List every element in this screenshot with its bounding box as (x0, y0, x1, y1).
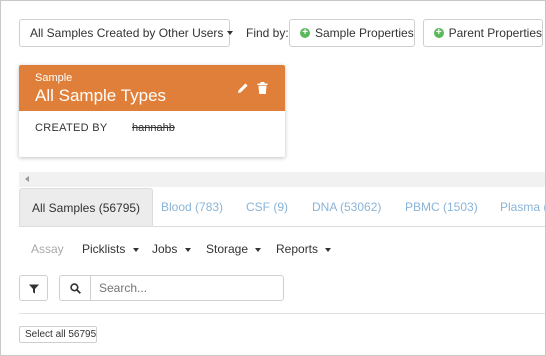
tab-pbmc[interactable]: PBMC (1503) (405, 188, 478, 226)
tab-label: PBMC (1503) (405, 200, 478, 214)
trash-icon[interactable] (257, 82, 268, 94)
storage-label: Storage (206, 242, 249, 256)
picklists-label: Picklists (82, 242, 126, 256)
select-all-button[interactable]: Select all 56795 (19, 326, 97, 343)
filter-icon (28, 283, 39, 294)
tab-label: Blood (783) (161, 200, 224, 214)
filter-button[interactable] (19, 275, 48, 301)
parent-properties-button[interactable]: + Parent Properties (423, 19, 543, 47)
tab-dna[interactable]: DNA (53062) (312, 188, 381, 226)
picklists-menu[interactable]: Picklists (82, 242, 139, 256)
chevron-down-icon (132, 247, 139, 252)
edit-icon[interactable] (237, 82, 249, 94)
chevron-down-icon (325, 247, 332, 252)
horizontal-scrollbar[interactable] (19, 172, 545, 187)
tab-label: DNA (53062) (312, 200, 382, 214)
scroll-left-arrow-icon[interactable] (25, 176, 29, 182)
tab-label: CSF (9) (246, 200, 288, 214)
filter-card: Sample All Sample Types CREATED BY hanna… (19, 65, 285, 157)
sample-properties-button[interactable]: + Sample Properties (289, 19, 415, 47)
sample-properties-label: Sample Properties (315, 26, 414, 40)
tab-label: Plasma ( (500, 200, 546, 214)
plus-circle-icon: + (300, 28, 310, 38)
assay-menu: Assay (31, 242, 64, 256)
jobs-menu[interactable]: Jobs (152, 242, 191, 256)
card-header: Sample All Sample Types (19, 65, 285, 111)
created-by-label: CREATED BY (35, 122, 108, 134)
chevron-down-icon (227, 31, 234, 35)
reports-menu[interactable]: Reports (276, 242, 332, 256)
chevron-down-icon (184, 247, 191, 252)
view-selector-label: All Samples Created by Other Users (30, 26, 224, 40)
view-selector-dropdown[interactable]: All Samples Created by Other Users (19, 19, 234, 47)
select-all-label: Select all 56795 (25, 329, 97, 340)
card-title: All Sample Types (35, 86, 167, 105)
plus-circle-icon: + (434, 27, 444, 38)
tab-blood[interactable]: Blood (783) (161, 188, 223, 226)
storage-menu[interactable]: Storage (206, 242, 262, 256)
tab-all-samples[interactable]: All Samples (56795) (19, 188, 154, 226)
created-by-value: hannahb (132, 122, 175, 134)
find-by-label: Find by: (246, 26, 289, 40)
search-icon (60, 276, 91, 300)
card-subtitle: Sample (35, 72, 73, 84)
tab-csf[interactable]: CSF (9) (246, 188, 288, 226)
chevron-down-icon (255, 247, 262, 252)
app-frame: All Samples Created by Other Users Find … (0, 0, 546, 356)
tab-label: All Samples (56795) (32, 200, 141, 215)
search-input-group (59, 275, 284, 301)
sample-type-tabs: All Samples (56795) Blood (783) CSF (9) … (19, 188, 546, 227)
jobs-label: Jobs (152, 242, 178, 256)
parent-properties-label: Parent Properties (448, 26, 542, 40)
tab-plasma[interactable]: Plasma ( (500, 188, 546, 226)
reports-label: Reports (276, 242, 319, 256)
search-input[interactable] (92, 276, 277, 300)
divider (19, 313, 545, 314)
